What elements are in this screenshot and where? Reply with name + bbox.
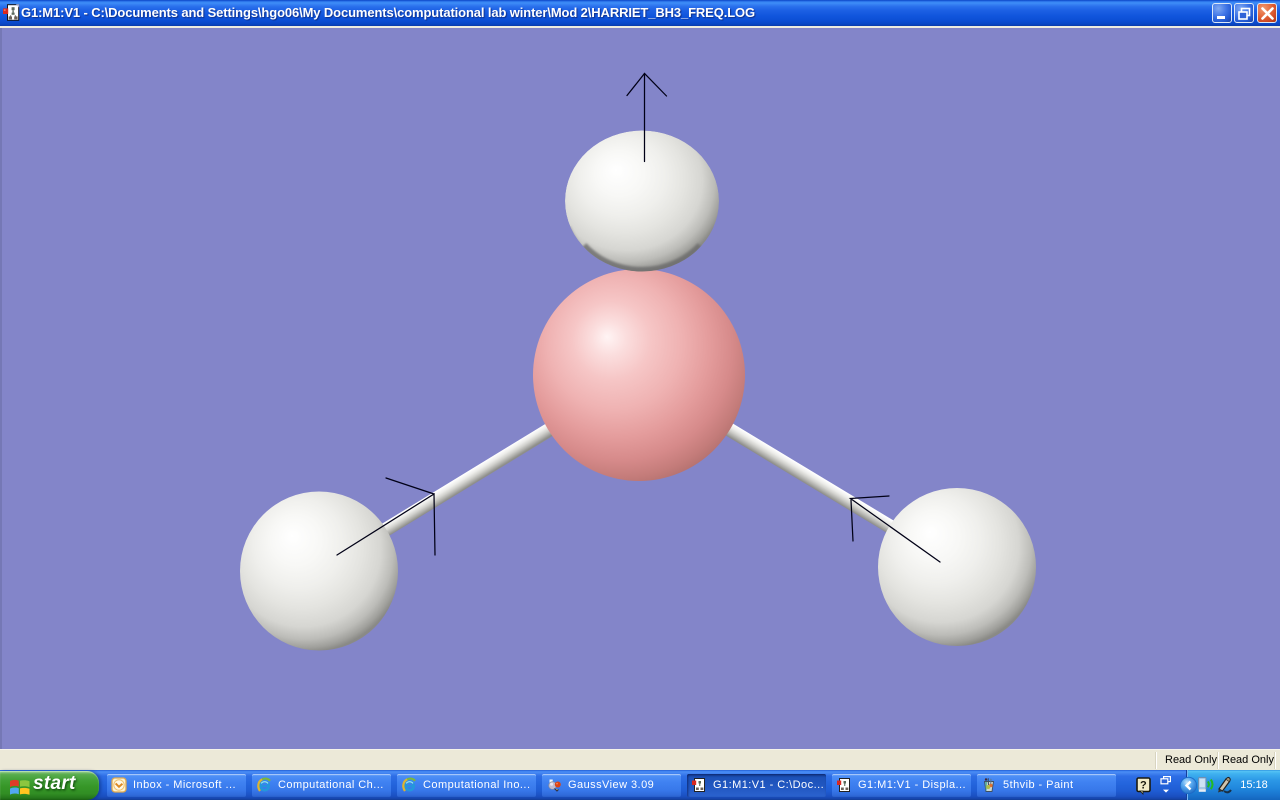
svg-text:?: ?	[1140, 780, 1147, 792]
